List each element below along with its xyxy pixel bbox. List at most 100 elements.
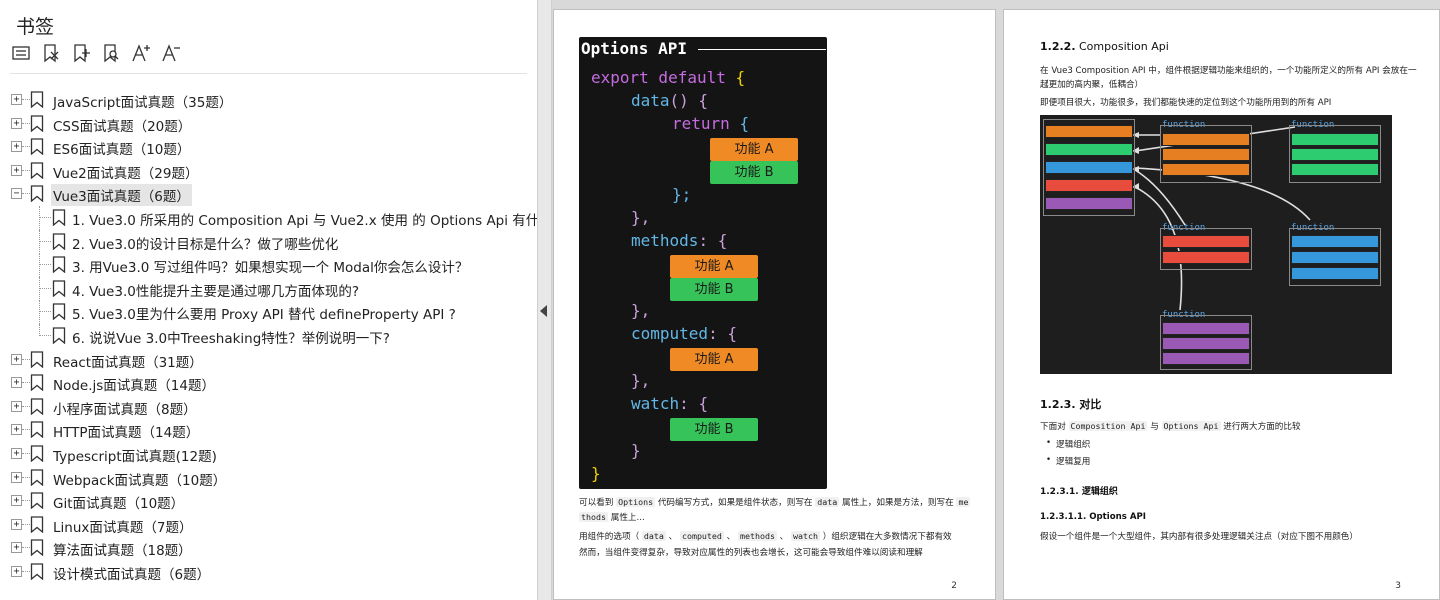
collapse-icon[interactable]: − [11, 188, 22, 200]
bookmark-tree: + JavaScript面试真题（35题） + CSS面试真题（20题） + ES6面试真… [0, 88, 537, 584]
add-bookmark-icon[interactable] [70, 42, 92, 64]
subsection-heading: 1.2.3.1.1. Options API [1040, 512, 1146, 522]
bookmark-child-item[interactable]: 1. Vue3.0 所采用的 Composition Api 与 Vue2.x … [0, 205, 537, 230]
code-token: () { [669, 91, 709, 110]
expand-icon[interactable]: + [11, 424, 22, 436]
bookmark-item[interactable]: + 小程序面试真题（8题） [0, 395, 537, 419]
bookmark-child-item[interactable]: 2. Vue3.0的设计目标是什么？做了哪些优化 [0, 229, 537, 254]
code-token: data [631, 91, 670, 110]
text: 属性上... [610, 513, 645, 523]
text: 下面对 [1040, 422, 1066, 432]
bookmark-item[interactable]: − Vue3面试真题（6题） [0, 182, 537, 207]
inline-code: methods [737, 531, 777, 541]
tree-connector [39, 276, 40, 301]
inline-code: Options Api [1161, 421, 1221, 431]
bookmark-child-item[interactable]: 5. Vue3.0里为什么要用 Proxy API 替代 definePrope… [0, 300, 537, 325]
increase-font-icon[interactable] [130, 42, 152, 64]
bookmark-item[interactable]: + HTTP面试真题（14题） [0, 418, 537, 442]
delete-bookmark-icon[interactable] [40, 42, 62, 64]
bookmark-item[interactable]: + 算法面试真题（18题） [0, 536, 537, 560]
bookmark-icon [52, 232, 66, 250]
expand-icon[interactable]: + [11, 471, 22, 483]
collapse-panel-icon[interactable] [540, 305, 547, 317]
text: 用组件的选项（ [579, 532, 640, 542]
expand-icon[interactable]: + [11, 542, 22, 554]
expand-icon[interactable]: + [11, 117, 22, 129]
expand-icon[interactable]: + [11, 495, 22, 507]
expand-icon[interactable]: + [11, 565, 22, 577]
bookmark-icon [30, 421, 44, 439]
bookmark-label: Linux面试真题（7题） [53, 519, 193, 536]
text: 与 [1150, 422, 1159, 432]
paragraph: 即便项目很大，功能很多，我们都能快速的定位到这个功能所用到的所有 API [1040, 98, 1332, 108]
code-token: return [672, 114, 730, 133]
decrease-font-icon[interactable] [160, 42, 182, 64]
bookmark-item[interactable]: + Git面试真题（10题） [0, 489, 537, 513]
bookmark-icon [52, 327, 66, 345]
bookmark-item[interactable]: + Vue2面试真题（29题） [0, 159, 537, 183]
code-token: }, [631, 371, 651, 390]
bookmark-icon [30, 185, 44, 203]
bookmark-panel: 书签 + JavaScript面试真题（35题） + CSS面试真题（20题） + ES6… [0, 0, 538, 600]
tree-connector [22, 99, 30, 100]
code-token: : { [708, 324, 737, 343]
bookmark-icon [30, 350, 44, 368]
bookmark-item[interactable]: + React面试真题（31题） [0, 348, 537, 372]
bookmark-child-item[interactable]: 6. 说说Vue 3.0中Treeshaking特性？举例说明一下? [0, 323, 537, 348]
expand-icon[interactable]: + [11, 353, 22, 365]
tree-connector [22, 358, 30, 360]
heading-number: 1.2.3. [1040, 398, 1076, 411]
bookmark-label: CSS面试真题（20题） [53, 118, 192, 135]
text: 代码编写方式，如果是组件状态，则写在 [657, 498, 813, 508]
bullet-item: 逻辑复用 [1046, 455, 1091, 467]
code-token: : { [698, 231, 728, 250]
page-number: 2 [951, 581, 957, 591]
bookmark-item[interactable]: + CSS面试真题（20题） [0, 112, 537, 136]
bookmark-icon [52, 209, 66, 227]
tree-connector [22, 382, 30, 384]
orange-bar [1162, 148, 1250, 161]
blue-bar [1291, 235, 1379, 248]
inline-code: Options [616, 497, 656, 507]
expand-icon[interactable]: + [11, 94, 22, 105]
section-heading: 1.2.3. 对比 [1040, 396, 1101, 412]
find-bookmark-icon[interactable] [100, 42, 122, 64]
bookmark-item[interactable]: + Typescript面试真题(12题) [0, 442, 537, 466]
code-token: }; [672, 185, 692, 204]
expand-icon[interactable]: + [11, 377, 22, 389]
expand-icon[interactable]: + [11, 400, 22, 412]
bookmark-item[interactable]: + Linux面试真题（7题） [0, 513, 537, 537]
bookmark-icon [30, 516, 44, 534]
code-token: watch [631, 394, 680, 413]
text: 可以看到 [579, 498, 614, 508]
bookmark-item[interactable]: + JavaScript面试真题（35题） [0, 88, 537, 112]
bookmark-child-item[interactable]: 3. 用Vue3.0 写过组件吗？如果想实现一个 Modal你会怎么设计？ [0, 253, 537, 278]
expand-icon[interactable]: + [11, 518, 22, 530]
composition-api-diagram: function function function function func… [1040, 115, 1392, 374]
bookmark-icon [30, 539, 44, 557]
list-icon[interactable] [10, 42, 32, 64]
bookmark-item[interactable]: + Node.js面试真题（14题） [0, 371, 537, 395]
bookmark-child-item[interactable]: 4. Vue3.0性能提升主要是通过哪几方面体现的? [0, 276, 537, 301]
bookmark-icon [52, 256, 66, 274]
bookmark-item[interactable]: + Webpack面试真题（10题） [0, 466, 537, 490]
expand-icon[interactable]: + [11, 447, 22, 459]
bookmark-label: Node.js面试真题（14题） [53, 378, 215, 395]
expand-icon[interactable]: + [11, 141, 22, 153]
purple-bar [1045, 197, 1133, 210]
bookmark-item[interactable]: + 设计模式面试真题（6题） [0, 560, 537, 584]
green-bar [1291, 133, 1379, 146]
text: ）组织逻辑在大多数情况下都有效 [822, 532, 952, 542]
bookmark-label: 4. Vue3.0性能提升主要是通过哪几方面体现的? [72, 283, 359, 300]
red-bar [1162, 251, 1250, 264]
heading-title: Composition Api [1079, 40, 1169, 53]
bookmark-item[interactable]: + ES6面试真题（10题） [0, 135, 537, 159]
tree-connector [22, 476, 30, 478]
feature-b-block: 功能 B [670, 278, 758, 301]
expand-icon[interactable]: + [11, 164, 22, 176]
panel-splitter[interactable] [538, 0, 552, 600]
pdf-page-3: 1.2.2. Composition Api 在 Vue3 Compositio… [1003, 9, 1440, 600]
code-token: { [739, 114, 750, 133]
heading-rule [698, 49, 826, 50]
code-token: computed [631, 324, 709, 343]
